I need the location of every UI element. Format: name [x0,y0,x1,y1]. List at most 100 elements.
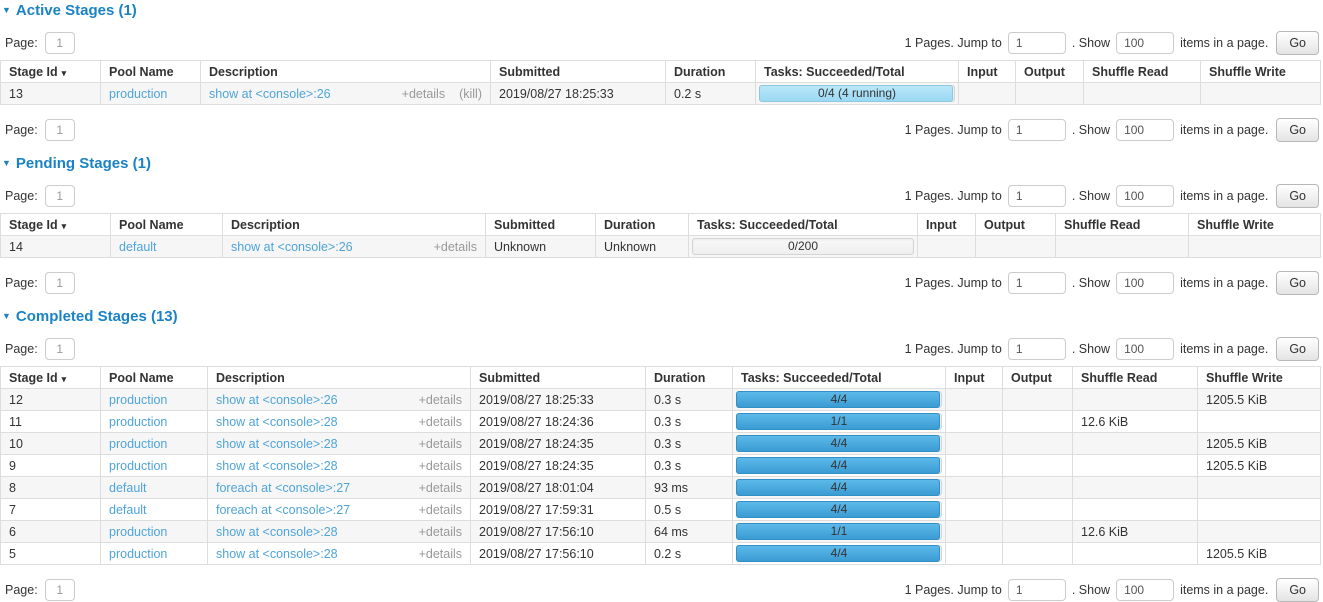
stage-description-link[interactable]: show at <console>:28 [216,525,338,539]
section-title-text[interactable]: Completed Stages (13) [16,308,178,325]
details-toggle[interactable]: +details [402,87,445,101]
page-number-input[interactable] [45,119,75,141]
column-header-tasks-succeeded-total[interactable]: Tasks: Succeeded/Total [689,214,918,236]
section-title-text[interactable]: Pending Stages (1) [16,155,151,172]
stage-description-link[interactable]: show at <console>:28 [216,547,338,561]
show-count-input[interactable] [1116,119,1174,141]
go-button[interactable]: Go [1276,578,1319,602]
pool-name-link[interactable]: production [109,87,167,101]
go-button[interactable]: Go [1276,118,1319,142]
column-header-shuffle-write[interactable]: Shuffle Write [1189,214,1321,236]
stage-description-link[interactable]: show at <console>:28 [216,437,338,451]
column-header-tasks-succeeded-total[interactable]: Tasks: Succeeded/Total [733,367,946,389]
details-toggle[interactable]: +details [419,459,462,473]
go-button[interactable]: Go [1276,184,1319,208]
jump-to-page-input[interactable] [1008,32,1066,54]
pool-name-link[interactable]: production [109,547,167,561]
details-toggle[interactable]: +details [419,547,462,561]
pool-name-link[interactable]: default [109,503,147,517]
kill-link[interactable]: (kill) [459,87,482,101]
show-count-input[interactable] [1116,338,1174,360]
column-header-output[interactable]: Output [1016,61,1084,83]
stage-description-link[interactable]: show at <console>:26 [216,393,338,407]
go-button[interactable]: Go [1276,31,1319,55]
column-header-output[interactable]: Output [1003,367,1073,389]
show-count-input[interactable] [1116,579,1174,601]
column-header-shuffle-write[interactable]: Shuffle Write [1201,61,1321,83]
column-header-duration[interactable]: Duration [596,214,689,236]
section-title-pending[interactable]: ▼ Pending Stages (1) [2,155,1323,172]
column-header-label: Input [954,371,985,385]
show-count-input[interactable] [1116,32,1174,54]
column-header-shuffle-read[interactable]: Shuffle Read [1073,367,1198,389]
column-header-description[interactable]: Description [208,367,471,389]
details-toggle[interactable]: +details [419,393,462,407]
section-title-completed[interactable]: ▼Completed Stages (13) [2,308,1323,325]
pool-name-link[interactable]: production [109,525,167,539]
column-header-submitted[interactable]: Submitted [491,61,666,83]
details-toggle[interactable]: +details [419,415,462,429]
column-header-pool-name[interactable]: Pool Name [111,214,223,236]
jump-to-page-input[interactable] [1008,338,1066,360]
column-header-output[interactable]: Output [976,214,1056,236]
pool-name-link[interactable]: default [109,481,147,495]
go-button[interactable]: Go [1276,337,1319,361]
column-header-duration[interactable]: Duration [646,367,733,389]
tasks-cell: 4/4 [733,477,946,499]
pool-name-link[interactable]: production [109,393,167,407]
stage-description-link[interactable]: show at <console>:26 [231,240,353,254]
stage-description-link[interactable]: show at <console>:26 [209,87,331,101]
duration-cell: Unknown [596,236,689,258]
pool-name-link[interactable]: production [109,437,167,451]
column-header-input[interactable]: Input [918,214,976,236]
pool-name-link[interactable]: production [109,415,167,429]
page-number-input[interactable] [45,579,75,601]
pool-name-link[interactable]: production [109,459,167,473]
active-stages-table: Stage Id▾Pool NameDescriptionSubmittedDu… [0,60,1321,105]
task-progress-label: 4/4 [737,502,941,517]
column-header-tasks-succeeded-total[interactable]: Tasks: Succeeded/Total [756,61,959,83]
pool-name-link[interactable]: default [119,240,157,254]
details-toggle[interactable]: +details [419,503,462,517]
column-header-stage-id[interactable]: Stage Id▾ [1,214,111,236]
details-toggle[interactable]: +details [419,481,462,495]
column-header-shuffle-write[interactable]: Shuffle Write [1198,367,1321,389]
column-header-pool-name[interactable]: Pool Name [101,61,201,83]
details-toggle[interactable]: +details [434,240,477,254]
stage-description-link[interactable]: show at <console>:28 [216,415,338,429]
column-header-stage-id[interactable]: Stage Id▾ [1,367,101,389]
column-header-shuffle-read[interactable]: Shuffle Read [1084,61,1201,83]
column-header-duration[interactable]: Duration [666,61,756,83]
collapse-arrow-icon: ▼ [2,158,11,168]
jump-to-page-input[interactable] [1008,185,1066,207]
column-header-input[interactable]: Input [959,61,1016,83]
column-header-input[interactable]: Input [946,367,1003,389]
section-title-text[interactable]: Active Stages (1) [16,2,137,19]
output-cell [1003,433,1073,455]
go-button[interactable]: Go [1276,271,1319,295]
column-header-pool-name[interactable]: Pool Name [101,367,208,389]
section-title-active[interactable]: ▼Active Stages (1) [2,2,1323,19]
column-header-description[interactable]: Description [201,61,491,83]
column-header-shuffle-read[interactable]: Shuffle Read [1056,214,1189,236]
details-toggle[interactable]: +details [419,437,462,451]
page-number-input[interactable] [45,32,75,54]
jump-to-page-input[interactable] [1008,579,1066,601]
page-number-input[interactable] [45,185,75,207]
details-toggle[interactable]: +details [419,525,462,539]
jump-to-page-input[interactable] [1008,119,1066,141]
show-count-input[interactable] [1116,272,1174,294]
show-count-input[interactable] [1116,185,1174,207]
column-header-submitted[interactable]: Submitted [486,214,596,236]
stage-description-link[interactable]: foreach at <console>:27 [216,503,350,517]
jump-to-page-input[interactable] [1008,272,1066,294]
page-number-input[interactable] [45,272,75,294]
column-header-submitted[interactable]: Submitted [471,367,646,389]
output-cell [1003,389,1073,411]
stage-description-link[interactable]: show at <console>:28 [216,459,338,473]
column-header-description[interactable]: Description [223,214,486,236]
column-header-label: Shuffle Read [1081,371,1157,385]
stage-description-link[interactable]: foreach at <console>:27 [216,481,350,495]
page-number-input[interactable] [45,338,75,360]
column-header-stage-id[interactable]: Stage Id▾ [1,61,101,83]
